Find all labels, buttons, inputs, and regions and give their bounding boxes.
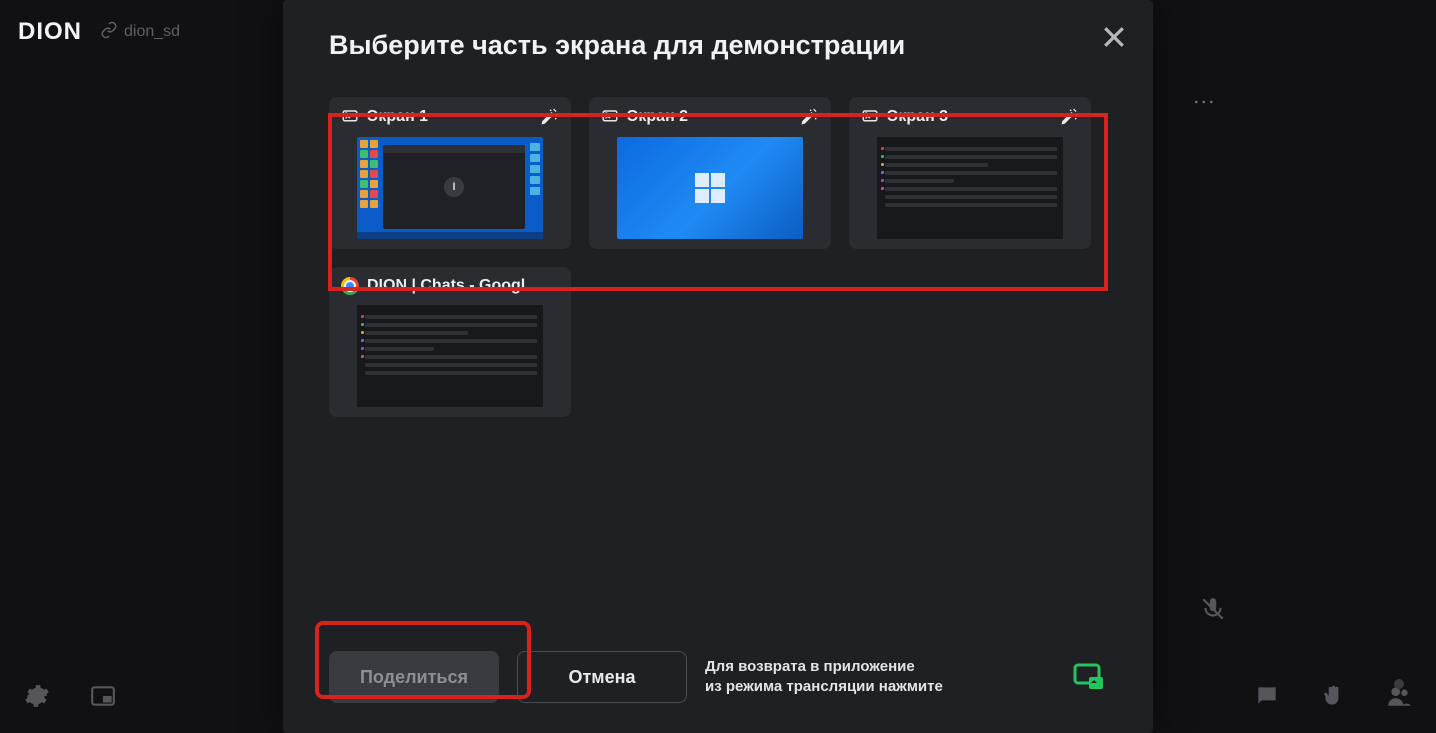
link-icon xyxy=(100,21,118,44)
pip-icon[interactable] xyxy=(90,683,116,714)
room-link[interactable]: dion_sd xyxy=(100,21,180,44)
mic-muted-icon[interactable] xyxy=(1200,596,1226,627)
annotation-tool-icon[interactable] xyxy=(539,107,559,127)
participants-badge xyxy=(1394,679,1404,689)
screen-thumbnail: I xyxy=(329,137,571,249)
share-options-grid: Экран 1 I Экран 2 xyxy=(329,97,1107,417)
annotation-tool-icon[interactable] xyxy=(799,107,819,127)
cancel-button[interactable]: Отмена xyxy=(517,651,687,703)
window-thumbnail xyxy=(329,305,571,417)
more-menu-icon[interactable]: ⋮ xyxy=(1191,91,1217,115)
window-option-label: DION | Chats - Googl… xyxy=(367,277,559,295)
room-code: dion_sd xyxy=(124,23,180,41)
screen-option-1[interactable]: Экран 1 I xyxy=(329,97,571,249)
share-button[interactable]: Поделиться xyxy=(329,651,499,703)
screen-option-label: Экран 2 xyxy=(627,108,791,126)
chat-icon[interactable] xyxy=(1254,683,1280,714)
screen-option-label: Экран 3 xyxy=(887,108,1051,126)
screen-option-2[interactable]: Экран 2 xyxy=(589,97,831,249)
settings-gear-icon[interactable] xyxy=(24,683,50,714)
close-button[interactable] xyxy=(1099,22,1129,52)
screen-thumbnail xyxy=(589,137,831,249)
chrome-icon xyxy=(341,277,359,295)
screen-share-dialog: Выберите часть экрана для демонстрации Э… xyxy=(283,0,1153,733)
return-hint-text: Для возврата в приложение из режима тран… xyxy=(705,657,1053,698)
participants-icon[interactable] xyxy=(1386,683,1412,714)
monitor-icon xyxy=(861,108,879,126)
monitor-icon xyxy=(341,108,359,126)
screen-thumbnail xyxy=(849,137,1091,249)
app-logo: DION xyxy=(18,18,82,46)
monitor-icon xyxy=(601,108,619,126)
dialog-footer: Поделиться Отмена Для возврата в приложе… xyxy=(329,651,1107,703)
raise-hand-icon[interactable] xyxy=(1320,683,1346,714)
window-option-chrome[interactable]: DION | Chats - Googl… xyxy=(329,267,571,417)
screen-option-3[interactable]: Экран 3 xyxy=(849,97,1091,249)
return-to-app-icon[interactable] xyxy=(1071,659,1107,695)
annotation-tool-icon[interactable] xyxy=(1059,107,1079,127)
screen-option-label: Экран 1 xyxy=(367,108,531,126)
dialog-title: Выберите часть экрана для демонстрации xyxy=(329,30,1107,61)
